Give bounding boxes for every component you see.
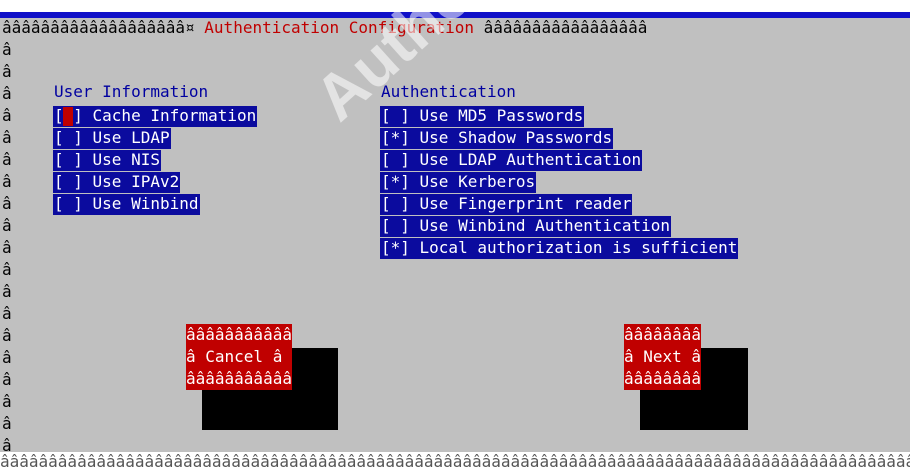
checkbox-cache-information[interactable]: [ ] Cache Information: [53, 106, 258, 127]
auth-config-dialog: âââââââââââââââââââ¤ Authentication Conf…: [0, 18, 910, 462]
checkbox-label: [ ] Use IPAv2: [54, 172, 180, 191]
checkbox-use-ipav2[interactable]: [ ] Use IPAv2: [53, 172, 181, 193]
left-border: â: [2, 216, 12, 235]
left-border: â: [2, 414, 12, 433]
left-border: â: [2, 194, 12, 213]
left-border: â: [2, 282, 12, 301]
left-border: â: [2, 62, 12, 81]
focus-cursor: [63, 107, 73, 126]
checkbox-use-fingerprint-reader[interactable]: [ ] Use Fingerprint reader: [380, 194, 633, 215]
checkbox-label: [ ] Use LDAP: [54, 128, 170, 147]
checkbox-label: [*] Use Kerberos: [381, 172, 536, 191]
next-button-bottom-border: ââââââââ: [624, 369, 702, 388]
user-information-heading: User Information: [54, 82, 209, 101]
checkbox-label: [ ] Use Winbind: [54, 194, 199, 213]
checkbox-label: [ ] Use Winbind Authentication: [381, 216, 670, 235]
checkbox-use-ldap[interactable]: [ ] Use LDAP: [53, 128, 171, 149]
left-border: â: [2, 370, 12, 389]
dialog-title: Authentication Configuration: [194, 18, 484, 37]
checkbox-label: [ ] Cache Information: [54, 106, 257, 125]
next-button[interactable]: ââââââââ â Next â ââââââââ: [624, 324, 702, 390]
left-border: â: [2, 106, 12, 125]
left-border: â: [2, 40, 12, 59]
checkbox-use-winbind[interactable]: [ ] Use Winbind: [53, 194, 200, 215]
checkbox-use-shadow-passwords[interactable]: [*] Use Shadow Passwords: [380, 128, 614, 149]
cancel-button-label: â Cancel â: [186, 347, 283, 366]
cancel-button-top-border: âââââââââââ: [186, 325, 292, 344]
header-right-border: âââââââââââââââââ: [483, 18, 648, 37]
left-border: â: [2, 348, 12, 367]
checkbox-use-kerberos[interactable]: [*] Use Kerberos: [380, 172, 537, 193]
checkbox-label: [*] Local authorization is sufficient: [381, 238, 738, 257]
left-border: â: [2, 304, 12, 323]
left-border: â: [2, 238, 12, 257]
checkbox-label: [ ] Use NIS: [54, 150, 160, 169]
dialog-bottom-border: ââââââââââââââââââââââââââââââââââââââââ…: [0, 452, 910, 471]
cancel-button[interactable]: âââââââââââ â Cancel â âââââââââââ: [186, 324, 292, 390]
checkbox-use-winbind-authentication[interactable]: [ ] Use Winbind Authentication: [380, 216, 671, 237]
left-border: â: [2, 392, 12, 411]
left-border: â: [2, 128, 12, 147]
left-border: â: [2, 172, 12, 191]
checkbox-use-ldap-authentication[interactable]: [ ] Use LDAP Authentication: [380, 150, 643, 171]
next-button-label: â Next â: [624, 347, 702, 366]
checkbox-label: [ ] Use LDAP Authentication: [381, 150, 642, 169]
checkbox-label: [*] Use Shadow Passwords: [381, 128, 613, 147]
left-border: â: [2, 84, 12, 103]
left-border: â: [2, 150, 12, 169]
checkbox-use-nis[interactable]: [ ] Use NIS: [53, 150, 161, 171]
cancel-button-bottom-border: âââââââââââ: [186, 369, 292, 388]
checkbox-use-md5-passwords[interactable]: [ ] Use MD5 Passwords: [380, 106, 585, 127]
authentication-heading: Authentication: [381, 82, 516, 101]
left-border: â: [2, 260, 12, 279]
next-button-top-border: ââââââââ: [624, 325, 702, 344]
checkbox-local-authorization-sufficient[interactable]: [*] Local authorization is sufficient: [380, 238, 739, 259]
checkbox-label: [ ] Use Fingerprint reader: [381, 194, 632, 213]
left-border: â: [2, 326, 12, 345]
header-left-border: âââââââââââââââââââ¤: [2, 18, 195, 37]
checkbox-label: [ ] Use MD5 Passwords: [381, 106, 584, 125]
dialog-header: âââââââââââââââââââ¤ Authentication Conf…: [2, 18, 647, 38]
